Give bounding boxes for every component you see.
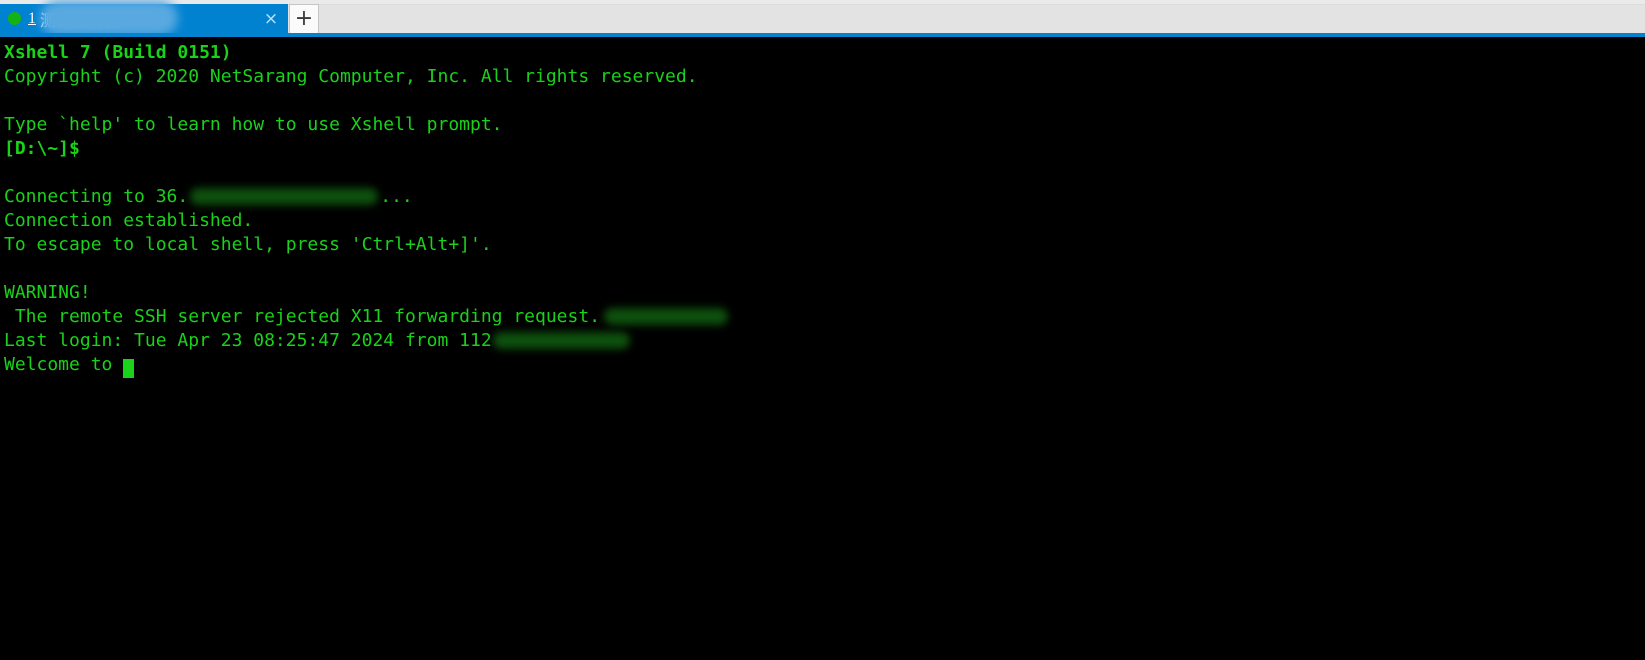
terminal-line-version: Xshell 7 (Build 0151) xyxy=(4,42,232,63)
terminal-output-area[interactable]: Xshell 7 (Build 0151) Copyright (c) 2020… xyxy=(0,37,1645,660)
hostname-redaction-blur xyxy=(492,331,630,349)
connection-status-dot xyxy=(8,12,21,25)
tab-index-label: 1 xyxy=(28,9,36,27)
terminal-line-help-hint: Type `help' to learn how to use Xshell p… xyxy=(4,114,503,135)
terminal-line-escape-hint: To escape to local shell, press 'Ctrl+Al… xyxy=(4,234,492,255)
terminal-line-connecting: Connecting to 36.... xyxy=(4,185,1645,209)
terminal-line-shell-prompt[interactable]: Welcome to xyxy=(4,353,1645,378)
terminal-line-copyright: Copyright (c) 2020 NetSarang Computer, I… xyxy=(4,66,698,87)
ip-address-redaction-blur xyxy=(190,187,379,205)
warning-message-text: WARNING! xyxy=(4,282,91,303)
terminal-line-connection-established: Connection established. xyxy=(4,210,254,231)
terminal-line-blank-2 xyxy=(4,161,1645,185)
login-ip-redaction-blur xyxy=(604,307,729,325)
connecting-text-prefix: Connecting to 36. xyxy=(4,186,189,207)
terminal-line-blank-3 xyxy=(4,257,1645,281)
last-login-text: The remote SSH server rejected X11 forwa… xyxy=(4,306,601,327)
terminal-line-blank-1 xyxy=(4,89,1645,113)
terminal-line-local-prompt: [D:\~]$ xyxy=(4,138,80,159)
close-icon[interactable]: × xyxy=(258,9,284,29)
new-tab-button[interactable]: + xyxy=(289,4,319,34)
shell-prompt-text: Welcome to xyxy=(4,354,124,375)
tab-bar: 1 测试服务器 × + xyxy=(0,0,1645,37)
terminal-tab-1[interactable]: 1 测试服务器 × xyxy=(0,0,288,36)
terminal-line-x11-warning: WARNING! xyxy=(4,281,1645,305)
terminal-line-last-login: The remote SSH server rejected X11 forwa… xyxy=(4,305,1645,329)
terminal-cursor xyxy=(123,359,135,378)
welcome-text: Last login: Tue Apr 23 08:25:47 2024 fro… xyxy=(4,330,492,351)
connecting-text-suffix: ... xyxy=(380,186,413,207)
terminal-line-welcome: Last login: Tue Apr 23 08:25:47 2024 fro… xyxy=(4,329,1645,353)
tab-title-label: 测试服务器 xyxy=(40,10,121,30)
